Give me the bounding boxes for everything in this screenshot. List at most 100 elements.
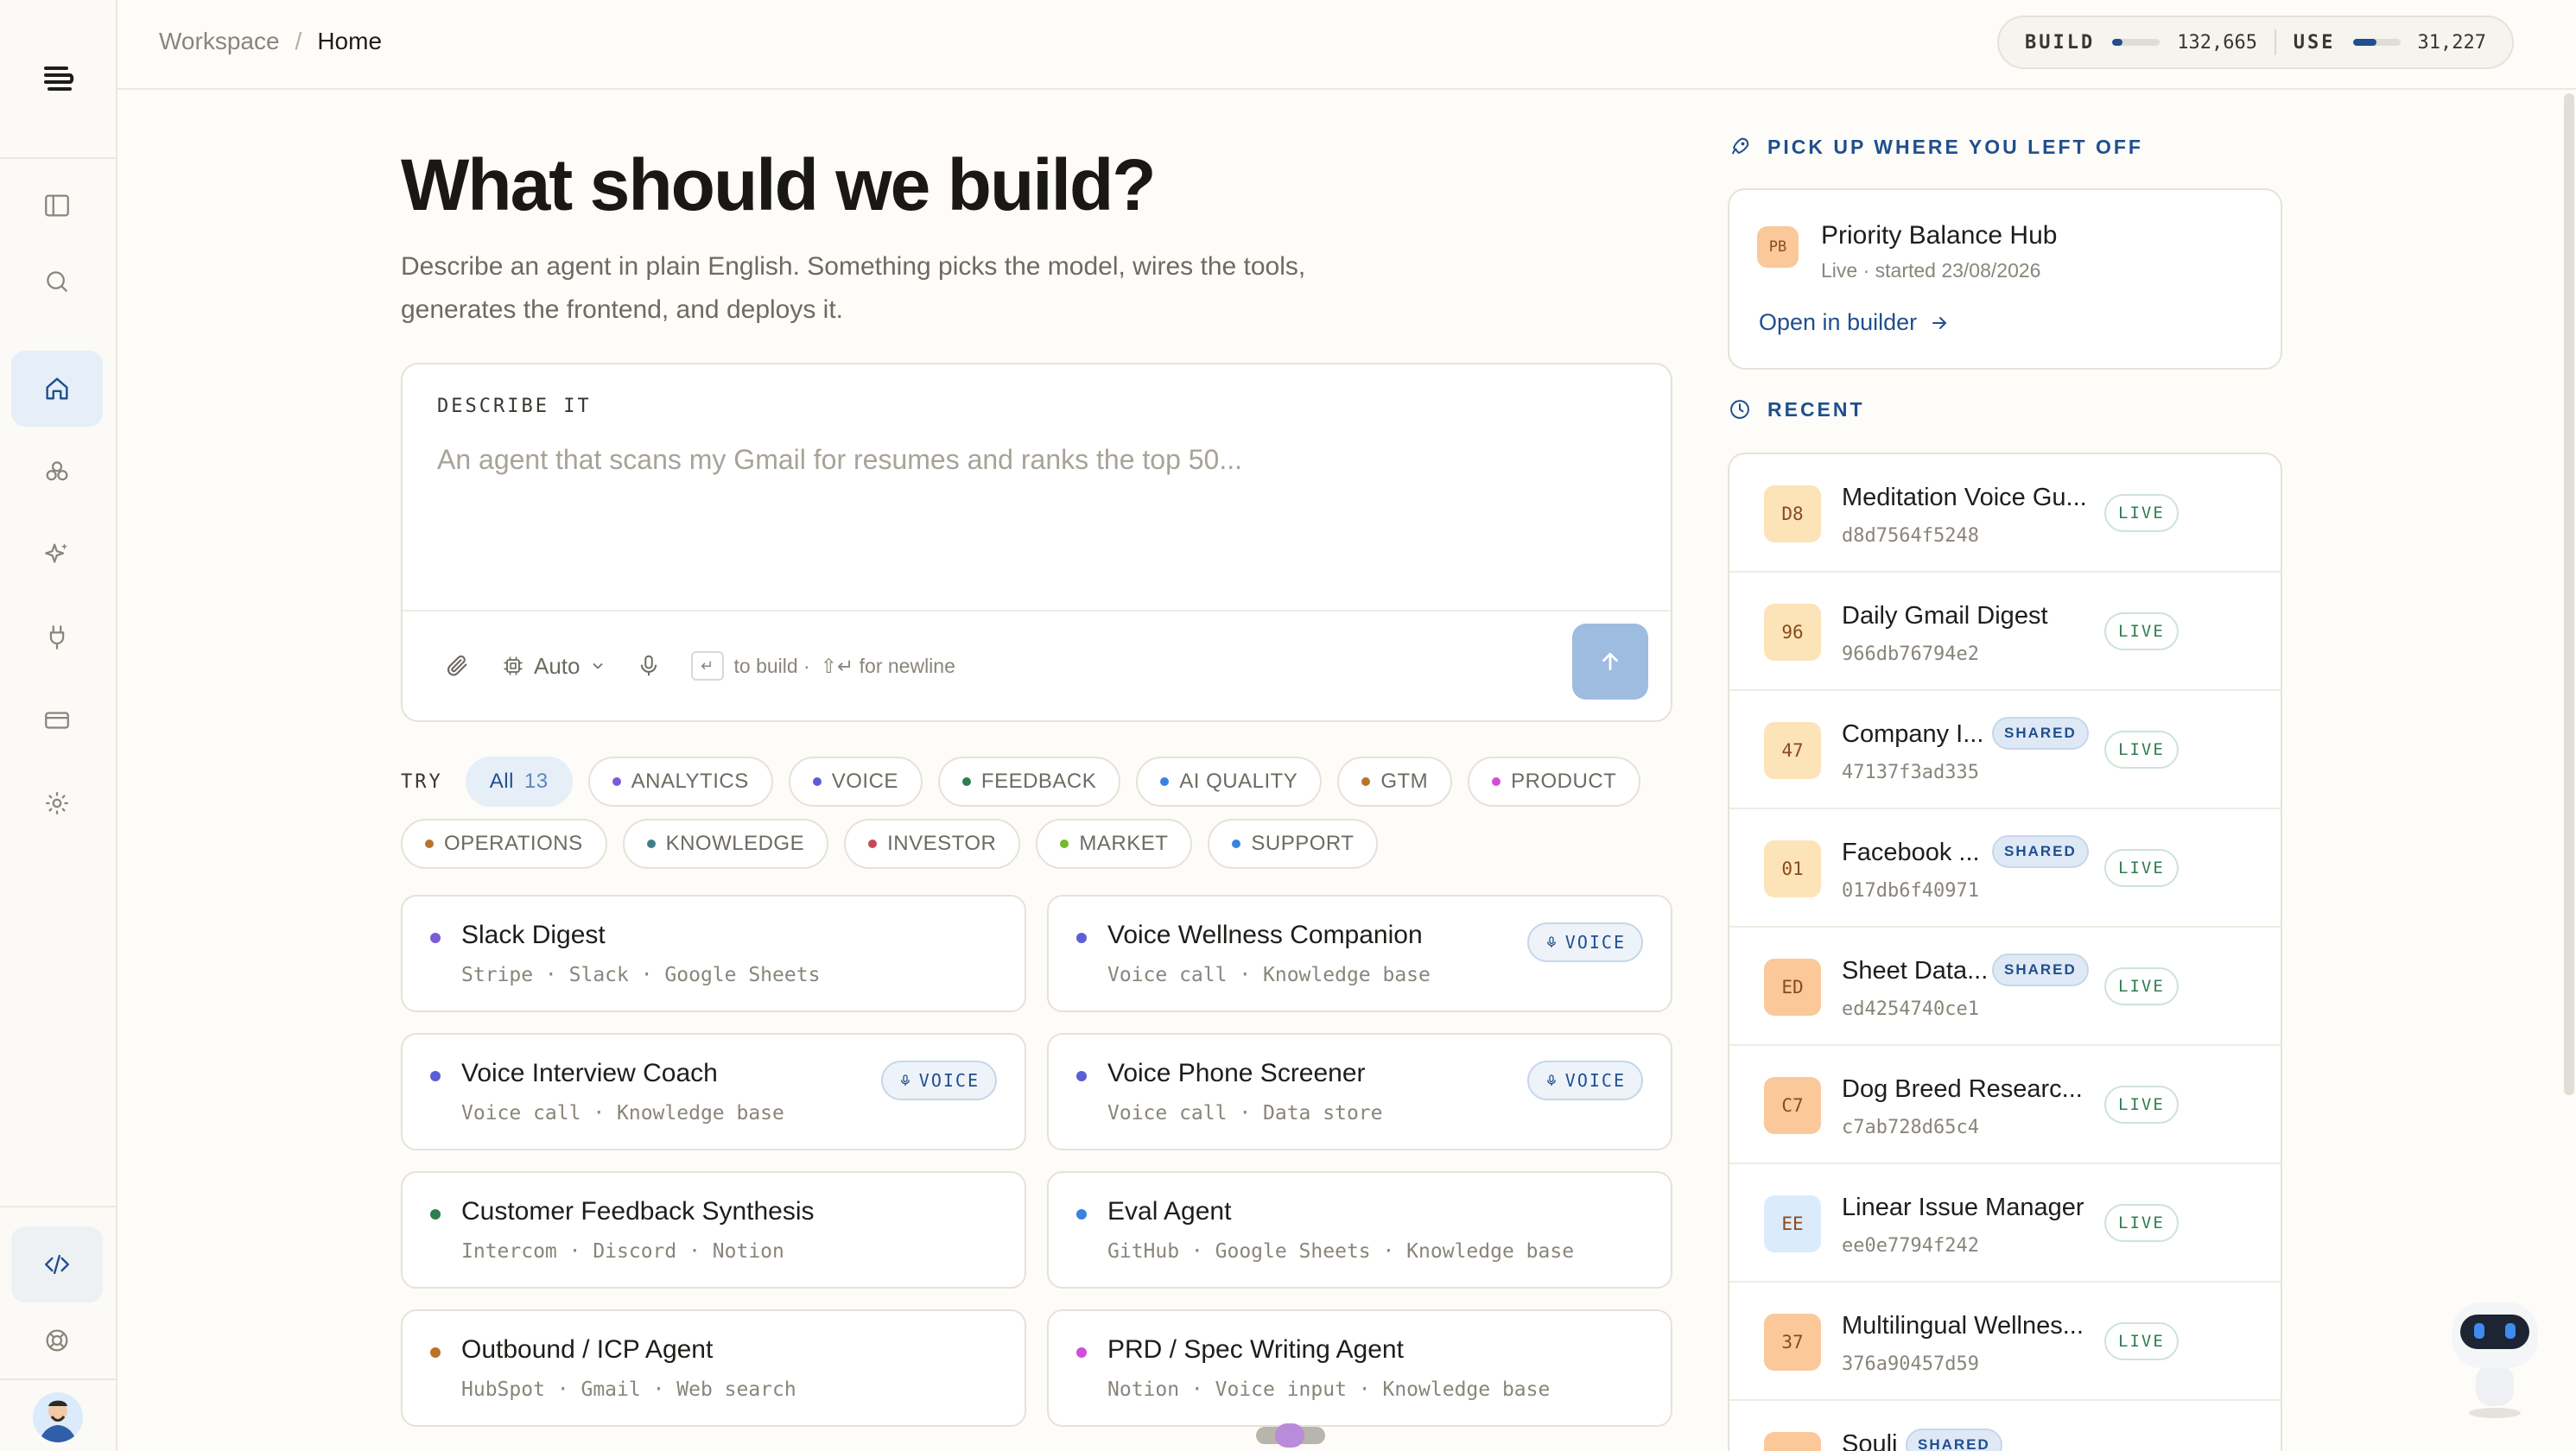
model-select[interactable]: Auto <box>501 653 606 680</box>
recent-hash: 47137f3ad335 <box>1842 762 1979 783</box>
filter-chip-support[interactable]: SUPPORT <box>1208 819 1379 869</box>
chip-label: AI QUALITY <box>1179 770 1298 793</box>
agents-icon <box>46 461 68 481</box>
recent-item[interactable]: 47 Company I... 47137f3ad335 SHARED LIVE <box>1729 691 2281 809</box>
recent-avatar: C7 <box>1764 1077 1821 1134</box>
recent-hash: 966db76794e2 <box>1842 643 1979 665</box>
recent-hash: 017db6f40971 <box>1842 880 1979 902</box>
template-card[interactable]: Outbound / ICP Agent HubSpot · Gmail · We… <box>401 1309 1026 1427</box>
template-name: Outbound / ICP Agent <box>461 1335 714 1364</box>
prompt-input[interactable]: An agent that scans my Gmail for resumes… <box>437 444 1242 476</box>
sidebar-toggle-button[interactable] <box>11 168 103 244</box>
category-dot <box>430 933 441 943</box>
template-name: Eval Agent <box>1107 1197 1232 1226</box>
template-card[interactable]: Eval Agent GitHub · Google Sheets · Knowl… <box>1047 1171 1672 1289</box>
nav-ai[interactable] <box>11 516 103 592</box>
app-logo[interactable] <box>0 0 116 159</box>
search-button[interactable] <box>11 244 103 320</box>
home-icon <box>46 377 68 400</box>
live-badge: LIVE <box>2104 1204 2179 1242</box>
nav-help[interactable] <box>11 1302 103 1378</box>
voice-badge-label: VOICE <box>1564 932 1626 953</box>
nav-developer[interactable] <box>11 1226 103 1302</box>
template-card[interactable]: PRD / Spec Writing Agent Notion · Voice i… <box>1047 1309 1672 1427</box>
voice-badge-label: VOICE <box>1564 1070 1626 1091</box>
filter-chip-feedback[interactable]: FEEDBACK <box>937 757 1121 807</box>
nav-billing[interactable] <box>11 682 103 758</box>
resume-heading: PICK UP WHERE YOU LEFT OFF <box>1728 135 2143 159</box>
try-label: TRY <box>401 770 443 793</box>
send-button[interactable] <box>1572 624 1648 700</box>
enter-key: ↵ <box>690 651 724 681</box>
category-dot <box>425 840 434 848</box>
template-tools: GitHub · Google Sheets · Knowledge base <box>1107 1240 1575 1263</box>
recent-item[interactable]: ED Sheet Data... ed4254740ce1 SHARED LIVE <box>1729 928 2281 1046</box>
template-card[interactable]: Slack Digest Stripe · Slack · Google Shee… <box>401 895 1026 1012</box>
voice-input-button[interactable] <box>636 653 662 679</box>
recent-item[interactable]: EE Linear Issue Manager ee0e7794f242 LIVE <box>1729 1164 2281 1283</box>
filter-chip-operations[interactable]: OPERATIONS <box>401 819 607 869</box>
nav-agents[interactable] <box>11 434 103 510</box>
recent-name: Company I... <box>1842 720 1984 748</box>
template-card[interactable]: Voice Interview Coach Voice call · Knowle… <box>401 1033 1026 1150</box>
recent-hash: d8d7564f5248 <box>1842 525 1979 547</box>
billing-icon <box>45 712 69 729</box>
breadcrumb-separator: / <box>295 28 302 54</box>
left-rail <box>0 0 117 1451</box>
filter-chip-voice[interactable]: VOICE <box>788 757 923 807</box>
filter-chip-all[interactable]: All 13 <box>465 757 573 807</box>
filter-chip-analytics[interactable]: ANALYTICS <box>587 757 773 807</box>
template-name: Voice Phone Screener <box>1107 1059 1366 1087</box>
chip-label: VOICE <box>831 770 898 793</box>
recent-heading-text: RECENT <box>1767 397 1865 421</box>
recent-item[interactable]: Souli SHARED <box>1729 1401 2281 1451</box>
voice-badge: VOICE <box>1526 1061 1643 1100</box>
recent-item[interactable]: 01 Facebook ... 017db6f40971 SHARED LIVE <box>1729 809 2281 928</box>
category-dot <box>1060 840 1069 848</box>
recent-item[interactable]: 37 Multilingual Wellnes... 376a90457d59 LIV… <box>1729 1283 2281 1401</box>
recent-name: Daily Gmail Digest <box>1842 602 2048 630</box>
nav-settings[interactable] <box>11 765 103 841</box>
chip-label: MARKET <box>1079 832 1169 855</box>
template-tools: Stripe · Slack · Google Sheets <box>461 964 821 986</box>
template-card[interactable]: Customer Feedback Synthesis Intercom · Di… <box>401 1171 1026 1289</box>
filter-chip-investor[interactable]: INVESTOR <box>844 819 1021 869</box>
resume-status: Live · started 23/08/2026 <box>1821 259 2041 282</box>
avatar[interactable] <box>33 1392 83 1442</box>
category-dot <box>430 1209 441 1220</box>
build-value: 132,665 <box>2177 31 2257 54</box>
recent-item[interactable]: C7 Dog Breed Researc... c7ab728d65c4 LIVE <box>1729 1046 2281 1164</box>
live-badge: LIVE <box>2104 731 2179 769</box>
filter-chip-ai-quality[interactable]: AI QUALITY <box>1136 757 1323 807</box>
filter-chip-product[interactable]: PRODUCT <box>1468 757 1641 807</box>
nav-home[interactable] <box>11 351 103 427</box>
attach-button[interactable] <box>444 652 472 680</box>
category-dot <box>1492 777 1501 786</box>
nav-integrations[interactable] <box>11 599 103 675</box>
recent-heading: RECENT <box>1728 397 1865 421</box>
breadcrumb-current: Home <box>317 28 383 54</box>
rail-divider <box>0 1206 116 1207</box>
recent-item[interactable]: D8 Meditation Voice Gu... d8d7564f5248 LIVE <box>1729 454 2281 573</box>
build-progress <box>2112 39 2160 46</box>
shared-badge: SHARED <box>1906 1429 2002 1451</box>
page-indicator-handle[interactable] <box>1275 1423 1304 1448</box>
live-badge: LIVE <box>2104 849 2179 887</box>
resume-card[interactable]: PB Priority Balance Hub Live · started 2… <box>1728 188 2282 370</box>
breadcrumb-workspace[interactable]: Workspace <box>159 28 280 55</box>
filter-chip-market[interactable]: MARKET <box>1036 819 1193 869</box>
usage-meter[interactable]: BUILD 132,665 USE 31,227 <box>1997 16 2514 69</box>
scrollbar[interactable] <box>2564 93 2574 1095</box>
template-card[interactable]: Voice Phone Screener Voice call · Data st… <box>1047 1033 1672 1150</box>
recent-item[interactable]: 96 Daily Gmail Digest 966db76794e2 LIVE <box>1729 573 2281 691</box>
page-subtitle: Describe an agent in plain English. Some… <box>401 252 1306 324</box>
microphone-icon <box>900 1074 910 1086</box>
open-in-builder-link[interactable]: Open in builder <box>1759 309 1950 336</box>
shared-badge: SHARED <box>1992 717 2089 750</box>
filter-chip-knowledge[interactable]: KNOWLEDGE <box>622 819 829 869</box>
filter-chip-gtm[interactable]: GTM <box>1337 757 1453 807</box>
template-card[interactable]: Voice Wellness Companion Voice call · Kno… <box>1047 895 1672 1012</box>
category-dot <box>961 777 971 786</box>
assistant-robot[interactable] <box>2445 1292 2545 1422</box>
keyboard-hint: ↵ to build · ⇧↵ for newline <box>690 651 955 681</box>
